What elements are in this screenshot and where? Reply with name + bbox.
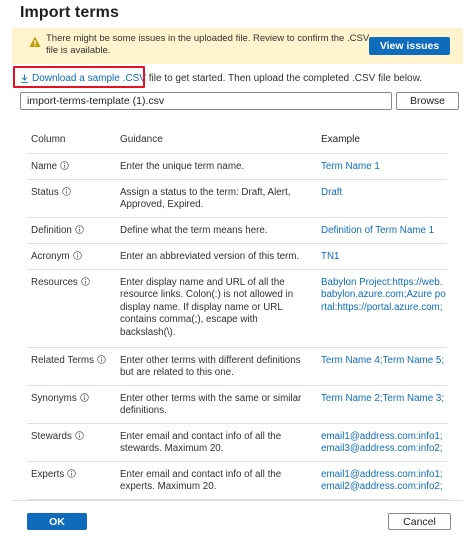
guidance-cell: Enter an abbreviated version of this ter…	[120, 243, 321, 270]
column-name-cell: Synonyms	[27, 385, 120, 424]
info-icon[interactable]	[62, 186, 71, 196]
column-name-cell: Resources	[27, 269, 120, 348]
cancel-button[interactable]: Cancel	[388, 513, 451, 530]
highlight-annotation	[13, 66, 145, 88]
column-name-cell: Name	[27, 153, 120, 180]
guidance-cell: Define what the term means here.	[120, 217, 321, 244]
guidance-cell: Enter email and contact info of all the …	[120, 461, 321, 500]
guidance-table: Column Guidance Example Name Enter the un…	[27, 126, 447, 500]
table-row: Definition Define what the term means her…	[27, 217, 447, 244]
table-row: Status Assign a status to the term: Draft…	[27, 179, 447, 218]
table-row: Name Enter the unique term name. Term Name…	[27, 153, 447, 180]
info-icon[interactable]	[60, 160, 69, 170]
column-name-label: Definition	[31, 224, 72, 236]
example-cell: Term Name 2;Term Name 3;	[321, 385, 447, 424]
table-header-row: Column Guidance Example	[27, 126, 447, 154]
guidance-cell: Enter other terms with different definit…	[120, 347, 321, 386]
guidance-cell: Enter the unique term name.	[120, 153, 321, 180]
column-name-label: Synonyms	[31, 392, 77, 404]
example-cell: Draft	[321, 179, 447, 218]
example-cell: email1@address.com:info1;email3@address.…	[321, 423, 447, 462]
dialog-title: Import terms	[20, 4, 119, 21]
view-issues-button[interactable]: View issues	[369, 37, 450, 55]
table-row: Related Terms Enter other terms with diff…	[27, 347, 447, 386]
column-name-cell: Definition	[27, 217, 120, 244]
column-name-cell: Status	[27, 179, 120, 218]
table-row: Acronym Enter an abbreviated version of t…	[27, 243, 447, 270]
info-icon[interactable]	[80, 392, 89, 402]
info-icon[interactable]	[81, 276, 90, 286]
table-row: Stewards Enter email and contact info of …	[27, 423, 447, 462]
column-name-label: Related Terms	[31, 354, 94, 366]
example-cell: Babylon Project:https://web.babylon.azur…	[321, 269, 447, 348]
column-name-label: Experts	[31, 468, 65, 480]
example-cell: Definition of Term Name 1	[321, 217, 447, 244]
column-name-cell: Stewards	[27, 423, 120, 462]
warning-icon	[29, 36, 41, 47]
example-cell: TN1	[321, 243, 447, 270]
info-icon[interactable]	[72, 250, 82, 260]
table-row: Experts Enter email and contact info of a…	[27, 461, 447, 500]
column-name-label: Resources	[31, 276, 78, 288]
example-header: Example	[321, 126, 447, 154]
browse-button[interactable]: Browse	[396, 92, 459, 110]
guidance-cell: Assign a status to the term: Draft, Aler…	[120, 179, 321, 218]
column-name-label: Acronym	[31, 250, 70, 262]
ok-button[interactable]: OK	[27, 513, 87, 530]
guidance-cell: Enter other terms with the same or simil…	[120, 385, 321, 424]
example-cell: email1@address.com:info1;email2@address.…	[321, 461, 447, 500]
info-icon[interactable]	[75, 430, 84, 440]
footer-divider	[12, 500, 463, 501]
column-name-label: Status	[31, 186, 59, 198]
example-cell: Term Name 4;Term Name 5;	[321, 347, 447, 386]
guidance-cell: Enter email and contact info of all the …	[120, 423, 321, 462]
column-name-label: Stewards	[31, 430, 72, 442]
column-name-cell: Acronym	[27, 243, 120, 270]
example-cell: Term Name 1	[321, 153, 447, 180]
download-instructions-text: file to get started. Then upload the com…	[145, 72, 423, 84]
warning-message: There might be some issues in the upload…	[46, 33, 370, 56]
info-icon[interactable]	[97, 354, 106, 364]
column-name-cell: Experts	[27, 461, 120, 500]
info-icon[interactable]	[67, 468, 76, 478]
column-header: Column	[27, 126, 120, 154]
guidance-cell: Enter display name and URL of all the re…	[120, 269, 321, 348]
column-name-cell: Related Terms	[27, 347, 120, 386]
column-name-label: Name	[31, 160, 58, 172]
table-row: Resources Enter display name and URL of a…	[27, 269, 447, 348]
info-icon[interactable]	[75, 224, 84, 234]
table-row: Synonyms Enter other terms with the same …	[27, 385, 447, 424]
guidance-header: Guidance	[120, 126, 321, 154]
file-name-field[interactable]	[20, 92, 392, 110]
